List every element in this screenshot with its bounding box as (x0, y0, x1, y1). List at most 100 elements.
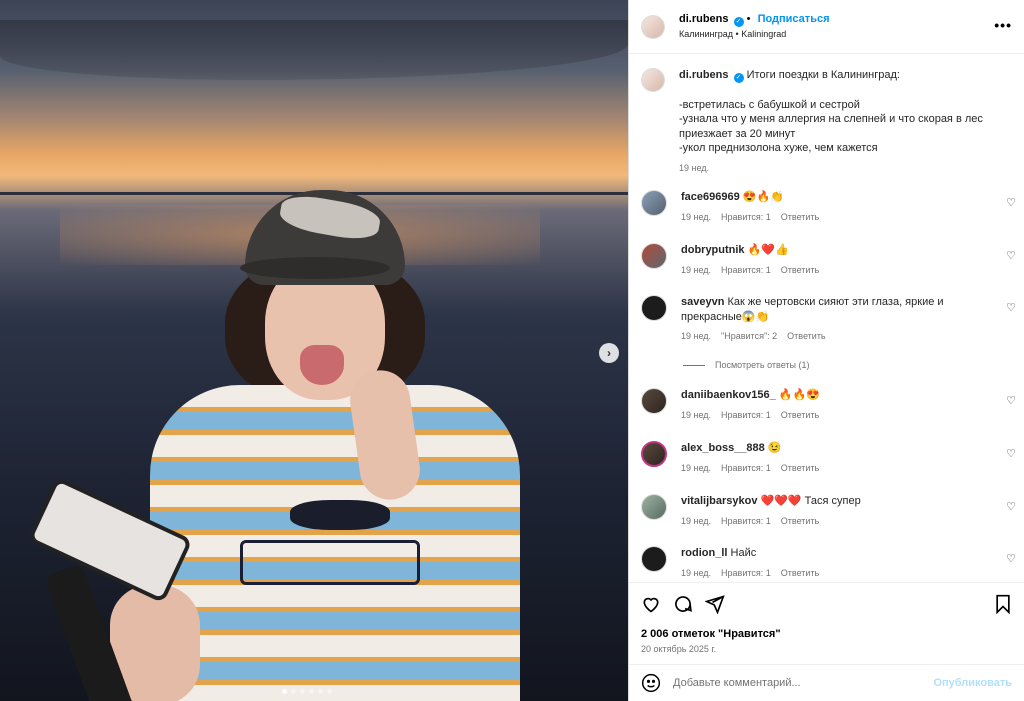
comment-time: 19 нед. (681, 331, 712, 341)
replies-divider (683, 364, 705, 366)
comment-time: 19 нед. (681, 462, 712, 473)
post-side-panel: di.rubens ✓ • Подписаться Калининград • … (628, 0, 1024, 701)
heart-icon[interactable] (641, 594, 661, 614)
reply-button[interactable]: Ответить (781, 408, 819, 423)
post-header: di.rubens ✓ • Подписаться Калининград • … (629, 0, 1024, 54)
reply-button[interactable]: Ответить (781, 461, 819, 476)
comment-time: 19 нед. (681, 211, 712, 222)
shirt-print (240, 540, 420, 585)
carousel-dot (291, 689, 296, 694)
comment-text: 🔥🔥😍 (778, 389, 820, 401)
reply-button[interactable]: Ответить (787, 329, 825, 344)
post-actions: 2 006 отметок "Нравится" 20 октябрь 2025… (629, 582, 1024, 664)
comment-item: daniibaenkov156_ 🔥🔥😍 19 нед. Нравится: 1… (641, 388, 1016, 422)
heart-icon[interactable]: ♡ (1006, 447, 1016, 460)
reply-button[interactable]: Ответить (781, 263, 819, 278)
view-replies-button[interactable]: Посмотреть ответы (1) (683, 360, 810, 370)
comment-likes[interactable]: Нравится: 1 (721, 408, 771, 423)
commenter-username[interactable]: face696969 (681, 191, 740, 203)
caption-time: 19 нед. (679, 162, 710, 173)
comment-likes[interactable]: "Нравится": 2 (721, 329, 777, 344)
comment-text: 🔥❤️👍 (747, 244, 789, 256)
caption-line: -встретилась с бабушкой и сестрой (679, 98, 860, 111)
commenter-avatar[interactable] (641, 243, 667, 269)
post-date: 20 октябрь 2025 г. (641, 644, 717, 654)
carousel-dot (327, 689, 332, 694)
comment-likes[interactable]: Нравится: 1 (721, 210, 771, 225)
author-meta: di.rubens ✓ • Подписаться Калининград • … (679, 12, 830, 42)
caption-line: -укол преднизолона хуже, чем кажется (679, 142, 878, 154)
person-figure (27, 185, 520, 701)
heart-icon[interactable]: ♡ (1006, 249, 1016, 262)
view-replies-label: Посмотреть ответы (1) (715, 360, 810, 370)
comment-text: 😍🔥👏 (742, 191, 784, 203)
chevron-right-icon[interactable]: › (599, 343, 619, 363)
author-avatar[interactable] (641, 14, 665, 39)
carousel-dot (318, 689, 323, 694)
commenter-username[interactable]: alex_boss__888 (681, 442, 765, 454)
caption-avatar[interactable] (641, 68, 665, 92)
comment-likes[interactable]: Нравится: 1 (721, 566, 771, 581)
commenter-username[interactable]: rodion_ll (681, 547, 727, 559)
bookmark-icon[interactable] (994, 594, 1012, 614)
commenter-username[interactable]: vitalijbarsykov (681, 495, 757, 507)
commenter-avatar[interactable] (641, 388, 667, 414)
likes-count[interactable]: 2 006 отметок "Нравится" (641, 628, 1012, 640)
verified-icon: ✓ (733, 73, 744, 83)
publish-button[interactable]: Опубликовать (933, 677, 1012, 689)
comment-item: vitalijbarsykov ❤️❤️❤️ Тася супер 19 нед… (641, 494, 1016, 528)
heart-icon[interactable]: ♡ (1006, 196, 1016, 209)
commenter-avatar[interactable] (641, 546, 667, 572)
commenter-username[interactable]: daniibaenkov156_ (681, 389, 776, 401)
caption-line: Итоги поездки в Калининград: (746, 69, 900, 81)
comment-time: 19 нед. (681, 515, 712, 526)
follow-button[interactable]: Подписаться (758, 13, 830, 25)
share-icon[interactable] (705, 594, 725, 614)
caption-username[interactable]: di.rubens (679, 69, 729, 81)
comment-icon[interactable] (673, 594, 693, 614)
emoji-icon[interactable] (641, 673, 661, 693)
comment-time: 19 нед. (681, 409, 712, 420)
comment-item: dobryputnik 🔥❤️👍 19 нед. Нравится: 1 Отв… (641, 243, 1016, 277)
reply-button[interactable]: Ответить (781, 566, 819, 581)
heart-icon[interactable]: ♡ (1006, 394, 1016, 407)
heart-icon[interactable]: ♡ (1006, 301, 1016, 314)
verified-icon: ✓ (733, 16, 744, 27)
reply-button[interactable]: Ответить (781, 514, 819, 529)
comment-likes[interactable]: Нравится: 1 (721, 263, 771, 278)
author-username[interactable]: di.rubens (679, 13, 729, 25)
comment-item: rodion_ll Найс 19 нед. Нравится: 1 Ответ… (641, 546, 1016, 580)
commenter-username[interactable]: saveyvn (681, 296, 724, 308)
reply-button[interactable]: Ответить (781, 210, 819, 225)
tongue (300, 345, 344, 385)
comment-item: saveyvn Как же чертовски сияют эти глаза… (641, 295, 1016, 344)
comment-text: ❤️❤️❤️ Тася супер (760, 495, 861, 507)
comment-item: face696969 😍🔥👏 19 нед. Нравится: 1 Ответ… (641, 190, 1016, 224)
commenter-avatar[interactable] (641, 441, 667, 467)
comment-likes[interactable]: Нравится: 1 (721, 514, 771, 529)
more-horizontal-icon[interactable]: ••• (994, 17, 1012, 33)
post-photo[interactable]: › (0, 0, 628, 701)
comments-scroll[interactable]: di.rubens ✓ Итоги поездки в Калининград:… (629, 55, 1024, 582)
caption-line: -узнала что у меня аллергия на слепней и… (679, 113, 983, 140)
comment-likes[interactable]: Нравится: 1 (721, 461, 771, 476)
add-comment-bar: Опубликовать (629, 664, 1024, 701)
comment-text: 😉 (767, 442, 782, 454)
separator: • (746, 12, 751, 25)
location-link[interactable]: Калининград • Kaliningrad (679, 27, 830, 42)
sky-clouds (0, 20, 628, 80)
heart-icon[interactable]: ♡ (1006, 552, 1016, 565)
commenter-avatar[interactable] (641, 295, 667, 321)
caption: di.rubens ✓ Итоги поездки в Калининград:… (629, 55, 1024, 175)
commenter-username[interactable]: dobryputnik (681, 244, 745, 256)
commenter-avatar[interactable] (641, 190, 667, 216)
heart-icon[interactable]: ♡ (1006, 500, 1016, 513)
comment-text: Найс (730, 547, 757, 559)
cap-brim (240, 257, 390, 279)
caption-body: di.rubens ✓ Итоги поездки в Калининград:… (679, 68, 989, 175)
comment-input[interactable] (673, 677, 923, 689)
comment-time: 19 нед. (681, 264, 712, 275)
comment-item: alex_boss__888 😉 19 нед. Нравится: 1 Отв… (641, 441, 1016, 475)
carousel-dot (282, 689, 287, 694)
commenter-avatar[interactable] (641, 494, 667, 520)
